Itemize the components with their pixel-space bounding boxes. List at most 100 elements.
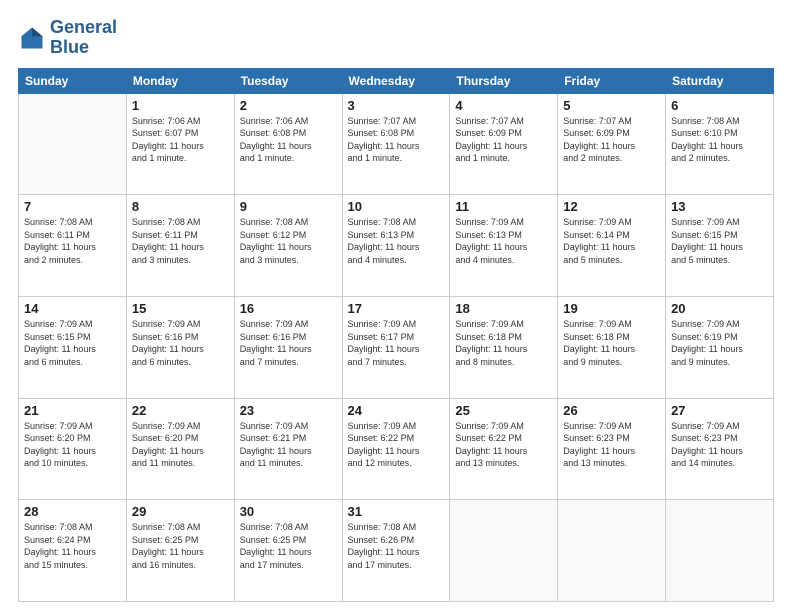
- logo: General Blue: [18, 18, 117, 58]
- day-info: Sunrise: 7:08 AM Sunset: 6:24 PM Dayligh…: [24, 521, 121, 571]
- day-info: Sunrise: 7:08 AM Sunset: 6:26 PM Dayligh…: [348, 521, 445, 571]
- day-number: 23: [240, 403, 337, 418]
- calendar-cell: 30 Sunrise: 7:08 AM Sunset: 6:25 PM Dayli…: [234, 500, 342, 602]
- calendar-cell: 9 Sunrise: 7:08 AM Sunset: 6:12 PM Daylig…: [234, 195, 342, 297]
- day-info: Sunrise: 7:09 AM Sunset: 6:20 PM Dayligh…: [132, 420, 229, 470]
- calendar-cell: 7Sunrise: 7:08 AM Sunset: 6:11 PM Daylig…: [19, 195, 127, 297]
- calendar-cell: 24 Sunrise: 7:09 AM Sunset: 6:22 PM Dayli…: [342, 398, 450, 500]
- day-info: Sunrise: 7:09 AM Sunset: 6:19 PM Dayligh…: [671, 318, 768, 368]
- day-number: 11: [455, 199, 552, 214]
- calendar-table: SundayMondayTuesdayWednesdayThursdayFrid…: [18, 68, 774, 602]
- weekday-header-saturday: Saturday: [666, 68, 774, 93]
- weekday-header-tuesday: Tuesday: [234, 68, 342, 93]
- calendar-cell: 14Sunrise: 7:09 AM Sunset: 6:15 PM Dayli…: [19, 296, 127, 398]
- calendar-cell: 19 Sunrise: 7:09 AM Sunset: 6:18 PM Dayli…: [558, 296, 666, 398]
- day-info: Sunrise: 7:09 AM Sunset: 6:18 PM Dayligh…: [455, 318, 552, 368]
- day-info: Sunrise: 7:09 AM Sunset: 6:15 PM Dayligh…: [671, 216, 768, 266]
- day-number: 6: [671, 98, 768, 113]
- day-info: Sunrise: 7:07 AM Sunset: 6:08 PM Dayligh…: [348, 115, 445, 165]
- day-info: Sunrise: 7:09 AM Sunset: 6:13 PM Dayligh…: [455, 216, 552, 266]
- day-number: 13: [671, 199, 768, 214]
- calendar-cell: 23 Sunrise: 7:09 AM Sunset: 6:21 PM Dayli…: [234, 398, 342, 500]
- day-number: 28: [24, 504, 121, 519]
- day-info: Sunrise: 7:09 AM Sunset: 6:20 PM Dayligh…: [24, 420, 121, 470]
- calendar-cell: 1 Sunrise: 7:06 AM Sunset: 6:07 PM Daylig…: [126, 93, 234, 195]
- day-number: 16: [240, 301, 337, 316]
- day-number: 2: [240, 98, 337, 113]
- day-info: Sunrise: 7:09 AM Sunset: 6:16 PM Dayligh…: [240, 318, 337, 368]
- day-number: 15: [132, 301, 229, 316]
- day-info: Sunrise: 7:09 AM Sunset: 6:23 PM Dayligh…: [671, 420, 768, 470]
- calendar-cell: 20Sunrise: 7:09 AM Sunset: 6:19 PM Dayli…: [666, 296, 774, 398]
- calendar-cell: [19, 93, 127, 195]
- day-info: Sunrise: 7:08 AM Sunset: 6:13 PM Dayligh…: [348, 216, 445, 266]
- calendar-cell: 28 Sunrise: 7:08 AM Sunset: 6:24 PM Dayli…: [19, 500, 127, 602]
- day-info: Sunrise: 7:08 AM Sunset: 6:10 PM Dayligh…: [671, 115, 768, 165]
- calendar-cell: 31 Sunrise: 7:08 AM Sunset: 6:26 PM Dayli…: [342, 500, 450, 602]
- calendar-cell: 10 Sunrise: 7:08 AM Sunset: 6:13 PM Dayli…: [342, 195, 450, 297]
- day-info: Sunrise: 7:09 AM Sunset: 6:15 PM Dayligh…: [24, 318, 121, 368]
- page: General Blue SundayMondayTuesdayWednesda…: [0, 0, 792, 612]
- day-info: Sunrise: 7:06 AM Sunset: 6:07 PM Dayligh…: [132, 115, 229, 165]
- calendar-cell: [666, 500, 774, 602]
- day-number: 8: [132, 199, 229, 214]
- day-number: 3: [348, 98, 445, 113]
- calendar-cell: 25Sunrise: 7:09 AM Sunset: 6:22 PM Dayli…: [450, 398, 558, 500]
- header: General Blue: [18, 18, 774, 58]
- calendar-cell: 12 Sunrise: 7:09 AM Sunset: 6:14 PM Dayli…: [558, 195, 666, 297]
- day-number: 1: [132, 98, 229, 113]
- calendar-cell: 16 Sunrise: 7:09 AM Sunset: 6:16 PM Dayli…: [234, 296, 342, 398]
- calendar-cell: 3 Sunrise: 7:07 AM Sunset: 6:08 PM Daylig…: [342, 93, 450, 195]
- day-info: Sunrise: 7:09 AM Sunset: 6:22 PM Dayligh…: [348, 420, 445, 470]
- calendar-cell: 18Sunrise: 7:09 AM Sunset: 6:18 PM Dayli…: [450, 296, 558, 398]
- day-number: 17: [348, 301, 445, 316]
- day-number: 7: [24, 199, 121, 214]
- day-number: 9: [240, 199, 337, 214]
- calendar-cell: 29 Sunrise: 7:08 AM Sunset: 6:25 PM Dayli…: [126, 500, 234, 602]
- calendar-week-row: 7Sunrise: 7:08 AM Sunset: 6:11 PM Daylig…: [19, 195, 774, 297]
- calendar-cell: 22 Sunrise: 7:09 AM Sunset: 6:20 PM Dayli…: [126, 398, 234, 500]
- calendar-cell: 26 Sunrise: 7:09 AM Sunset: 6:23 PM Dayli…: [558, 398, 666, 500]
- calendar-cell: 21 Sunrise: 7:09 AM Sunset: 6:20 PM Dayli…: [19, 398, 127, 500]
- calendar-cell: 11 Sunrise: 7:09 AM Sunset: 6:13 PM Dayli…: [450, 195, 558, 297]
- day-number: 12: [563, 199, 660, 214]
- calendar-cell: [450, 500, 558, 602]
- calendar-cell: 6 Sunrise: 7:08 AM Sunset: 6:10 PM Daylig…: [666, 93, 774, 195]
- calendar-cell: 4 Sunrise: 7:07 AM Sunset: 6:09 PM Daylig…: [450, 93, 558, 195]
- day-info: Sunrise: 7:09 AM Sunset: 6:21 PM Dayligh…: [240, 420, 337, 470]
- day-info: Sunrise: 7:08 AM Sunset: 6:12 PM Dayligh…: [240, 216, 337, 266]
- calendar-cell: 13 Sunrise: 7:09 AM Sunset: 6:15 PM Dayli…: [666, 195, 774, 297]
- day-info: Sunrise: 7:09 AM Sunset: 6:14 PM Dayligh…: [563, 216, 660, 266]
- day-number: 19: [563, 301, 660, 316]
- day-number: 29: [132, 504, 229, 519]
- day-number: 5: [563, 98, 660, 113]
- day-number: 22: [132, 403, 229, 418]
- day-info: Sunrise: 7:09 AM Sunset: 6:16 PM Dayligh…: [132, 318, 229, 368]
- calendar-cell: 8Sunrise: 7:08 AM Sunset: 6:11 PM Daylig…: [126, 195, 234, 297]
- day-info: Sunrise: 7:08 AM Sunset: 6:25 PM Dayligh…: [132, 521, 229, 571]
- day-info: Sunrise: 7:09 AM Sunset: 6:17 PM Dayligh…: [348, 318, 445, 368]
- weekday-header-thursday: Thursday: [450, 68, 558, 93]
- calendar-cell: 15 Sunrise: 7:09 AM Sunset: 6:16 PM Dayli…: [126, 296, 234, 398]
- day-number: 26: [563, 403, 660, 418]
- day-number: 10: [348, 199, 445, 214]
- logo-text: General Blue: [50, 18, 117, 58]
- calendar-cell: 27 Sunrise: 7:09 AM Sunset: 6:23 PM Dayli…: [666, 398, 774, 500]
- day-info: Sunrise: 7:09 AM Sunset: 6:18 PM Dayligh…: [563, 318, 660, 368]
- day-info: Sunrise: 7:08 AM Sunset: 6:25 PM Dayligh…: [240, 521, 337, 571]
- day-number: 4: [455, 98, 552, 113]
- day-number: 31: [348, 504, 445, 519]
- weekday-header-monday: Monday: [126, 68, 234, 93]
- calendar-cell: [558, 500, 666, 602]
- calendar-cell: 17 Sunrise: 7:09 AM Sunset: 6:17 PM Dayli…: [342, 296, 450, 398]
- day-number: 30: [240, 504, 337, 519]
- day-info: Sunrise: 7:09 AM Sunset: 6:23 PM Dayligh…: [563, 420, 660, 470]
- day-number: 21: [24, 403, 121, 418]
- day-number: 24: [348, 403, 445, 418]
- calendar-cell: 5 Sunrise: 7:07 AM Sunset: 6:09 PM Daylig…: [558, 93, 666, 195]
- day-number: 25: [455, 403, 552, 418]
- calendar-cell: 2Sunrise: 7:06 AM Sunset: 6:08 PM Daylig…: [234, 93, 342, 195]
- day-info: Sunrise: 7:07 AM Sunset: 6:09 PM Dayligh…: [563, 115, 660, 165]
- day-info: Sunrise: 7:07 AM Sunset: 6:09 PM Dayligh…: [455, 115, 552, 165]
- day-number: 27: [671, 403, 768, 418]
